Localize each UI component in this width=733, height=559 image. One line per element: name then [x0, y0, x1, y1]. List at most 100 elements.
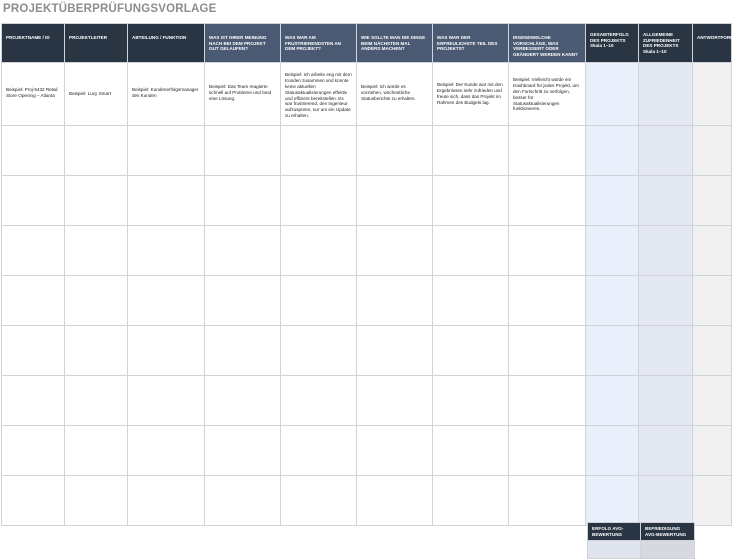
- table-cell[interactable]: [692, 475, 732, 526]
- table-cell[interactable]: [127, 125, 205, 176]
- table-cell[interactable]: [356, 125, 433, 176]
- table-cell[interactable]: Beispiel: Vielleicht würde ein Dashboard…: [508, 62, 586, 126]
- satisfaction-avg-value[interactable]: [640, 540, 695, 559]
- table-cell[interactable]: [585, 325, 639, 376]
- table-cell[interactable]: [280, 475, 357, 526]
- table-cell[interactable]: [585, 225, 639, 276]
- table-cell[interactable]: [280, 125, 357, 176]
- table-cell[interactable]: [64, 425, 128, 476]
- table-cell[interactable]: [356, 425, 433, 476]
- table-cell[interactable]: [356, 375, 433, 426]
- table-cell[interactable]: [1, 225, 65, 276]
- table-cell[interactable]: [638, 325, 693, 376]
- table-cell[interactable]: [585, 275, 639, 326]
- success-avg-value[interactable]: [587, 540, 641, 559]
- table-cell[interactable]: [64, 475, 128, 526]
- table-cell[interactable]: [64, 375, 128, 426]
- table-cell[interactable]: [692, 325, 732, 376]
- table-cell[interactable]: [508, 225, 586, 276]
- table-cell[interactable]: Beispiel: Ich arbeite eng mit dem Kunden…: [280, 62, 357, 126]
- table-cell[interactable]: [692, 375, 732, 426]
- table-cell[interactable]: [508, 275, 586, 326]
- table-cell[interactable]: [585, 475, 639, 526]
- table-cell[interactable]: [204, 225, 281, 276]
- table-cell[interactable]: [356, 225, 433, 276]
- table-cell[interactable]: [204, 325, 281, 376]
- table-cell[interactable]: [432, 425, 509, 476]
- table-cell[interactable]: [692, 425, 732, 476]
- table-cell[interactable]: [638, 225, 693, 276]
- table-cell[interactable]: [508, 325, 586, 376]
- table-cell[interactable]: [64, 275, 128, 326]
- table-cell[interactable]: [508, 375, 586, 426]
- table-cell[interactable]: [1, 475, 65, 526]
- table-cell[interactable]: [692, 225, 732, 276]
- table-cell[interactable]: [692, 62, 732, 126]
- table-cell[interactable]: [280, 175, 357, 226]
- table-cell[interactable]: Beispiel: Ich würde es vorziehen, wöchen…: [356, 62, 433, 126]
- table-cell[interactable]: [638, 62, 693, 126]
- table-cell[interactable]: Beispiel: Proj-5432 Retail Store Opening…: [1, 62, 65, 126]
- table-cell[interactable]: [638, 275, 693, 326]
- table-cell[interactable]: [432, 225, 509, 276]
- table-cell[interactable]: [280, 375, 357, 426]
- table-cell[interactable]: [692, 275, 732, 326]
- table-cell[interactable]: [64, 175, 128, 226]
- table-cell[interactable]: [1, 375, 65, 426]
- table-cell[interactable]: [64, 325, 128, 376]
- table-cell[interactable]: [585, 375, 639, 426]
- table-cell[interactable]: [356, 175, 433, 226]
- table-cell[interactable]: [638, 375, 693, 426]
- table-cell[interactable]: [356, 475, 433, 526]
- table-cell[interactable]: [508, 475, 586, 526]
- table-cell[interactable]: [1, 125, 65, 176]
- table-cell[interactable]: [432, 175, 509, 226]
- table-cell[interactable]: [280, 425, 357, 476]
- table-cell[interactable]: [204, 425, 281, 476]
- table-cell[interactable]: [1, 425, 65, 476]
- table-cell[interactable]: [432, 125, 509, 176]
- table-cell[interactable]: [585, 125, 639, 176]
- table-cell[interactable]: [64, 225, 128, 276]
- table-cell[interactable]: [127, 375, 205, 426]
- table-cell[interactable]: [432, 275, 509, 326]
- table-cell[interactable]: [356, 325, 433, 376]
- table-cell[interactable]: [432, 375, 509, 426]
- table-cell[interactable]: [692, 175, 732, 226]
- table-cell[interactable]: Beispiel: Lucy Smart: [64, 62, 128, 126]
- table-cell[interactable]: [585, 175, 639, 226]
- table-cell[interactable]: [585, 62, 639, 126]
- table-cell[interactable]: Beispiel: Das Team reagierte schnell auf…: [204, 62, 281, 126]
- table-cell[interactable]: [508, 125, 586, 176]
- table-cell[interactable]: [638, 475, 693, 526]
- table-cell[interactable]: [127, 225, 205, 276]
- table-cell[interactable]: Beispiel: Kundenerfolgsmanager des Kunde…: [127, 62, 205, 126]
- table-cell[interactable]: [127, 175, 205, 226]
- table-cell[interactable]: [432, 325, 509, 376]
- table-cell[interactable]: [585, 425, 639, 476]
- table-cell[interactable]: [432, 475, 509, 526]
- table-cell[interactable]: [692, 125, 732, 176]
- table-cell[interactable]: [127, 275, 205, 326]
- table-cell[interactable]: [280, 275, 357, 326]
- table-cell[interactable]: [508, 175, 586, 226]
- table-cell[interactable]: [204, 125, 281, 176]
- table-cell[interactable]: [127, 475, 205, 526]
- table-cell[interactable]: [204, 475, 281, 526]
- table-cell[interactable]: [127, 325, 205, 376]
- table-cell[interactable]: [64, 125, 128, 176]
- table-cell[interactable]: [638, 125, 693, 176]
- table-cell[interactable]: [356, 275, 433, 326]
- table-cell[interactable]: [204, 175, 281, 226]
- table-cell[interactable]: [1, 275, 65, 326]
- table-cell[interactable]: [638, 425, 693, 476]
- table-cell[interactable]: [638, 175, 693, 226]
- table-cell[interactable]: Beispiel: Der Kunde war mit den Ergebnis…: [432, 62, 509, 126]
- table-cell[interactable]: [1, 325, 65, 376]
- table-cell[interactable]: [1, 175, 65, 226]
- table-cell[interactable]: [204, 375, 281, 426]
- table-cell[interactable]: [280, 225, 357, 276]
- table-cell[interactable]: [508, 425, 586, 476]
- table-cell[interactable]: [204, 275, 281, 326]
- table-cell[interactable]: [127, 425, 205, 476]
